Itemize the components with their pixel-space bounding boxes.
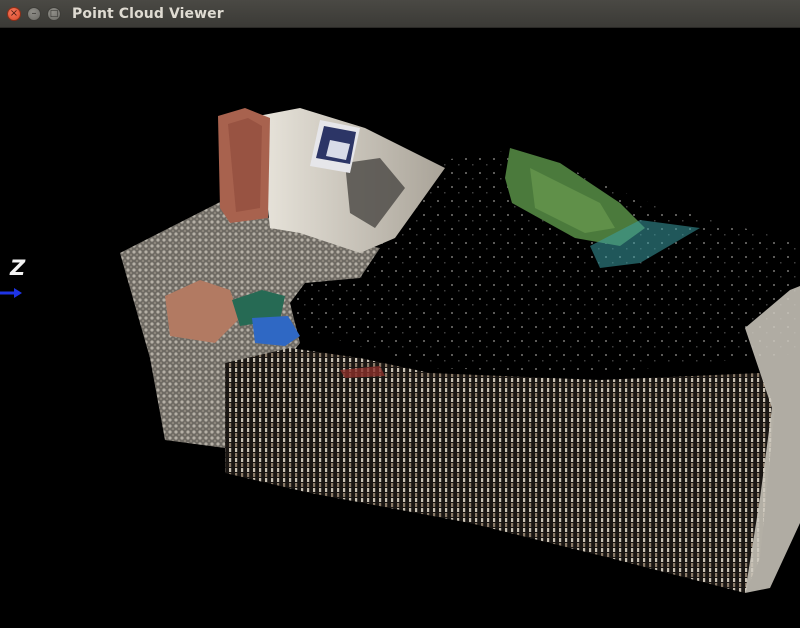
point-cloud-canvas[interactable] [0, 28, 800, 628]
point-cloud-viewport[interactable]: Z [0, 28, 800, 628]
close-button[interactable]: × [7, 7, 21, 21]
z-axis-arrowhead [14, 288, 22, 298]
close-icon: × [9, 8, 19, 19]
title-bar[interactable]: × – □ Point Cloud Viewer [0, 0, 800, 28]
minimize-button[interactable]: – [27, 7, 41, 21]
window-title: Point Cloud Viewer [72, 6, 224, 22]
z-axis-label: Z [10, 256, 26, 280]
front-wall-points [225, 348, 775, 593]
maximize-button[interactable]: □ [47, 7, 61, 21]
maximize-icon: □ [49, 8, 59, 19]
minimize-icon: – [31, 8, 37, 19]
point-cloud-viewer-window: × – □ Point Cloud Viewer Z [0, 0, 800, 628]
